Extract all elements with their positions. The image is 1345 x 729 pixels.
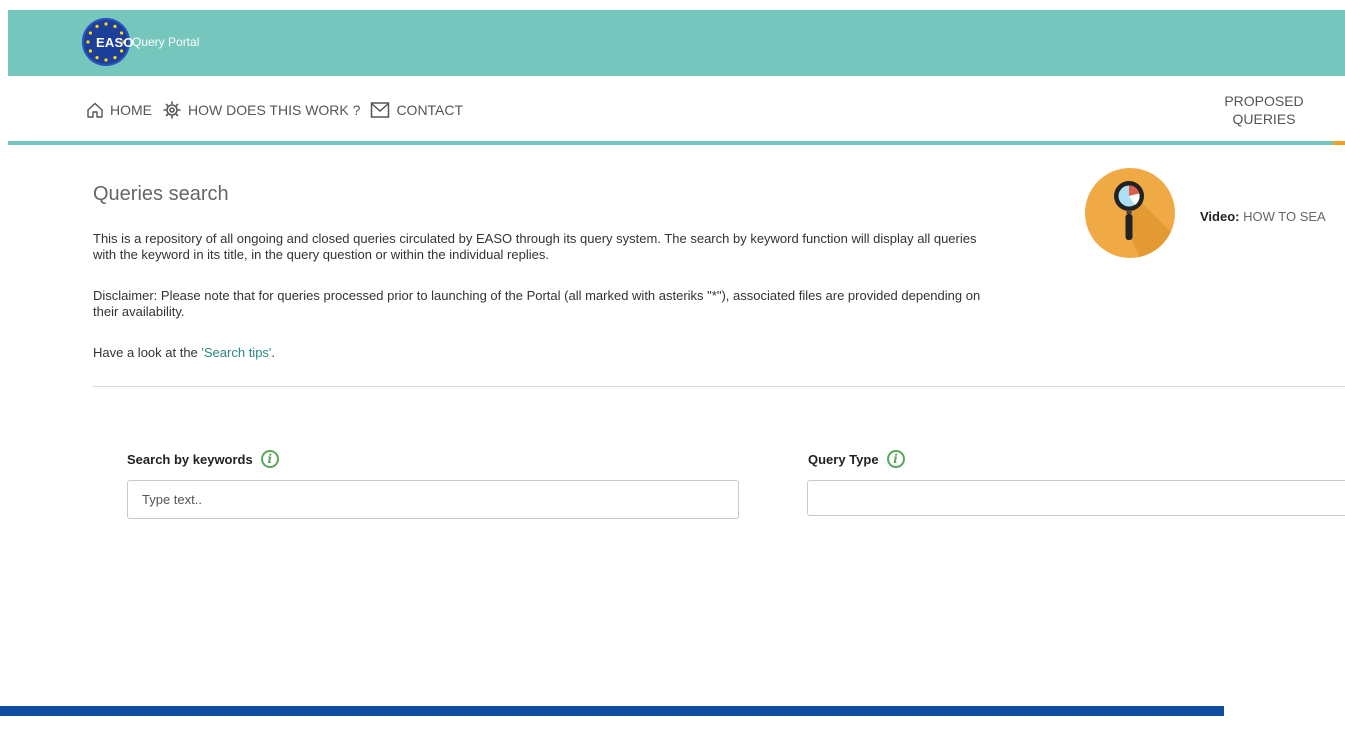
query-type-label-text: Query Type	[808, 451, 879, 467]
info-icon[interactable]: i	[886, 450, 905, 468]
tips-prefix: Have a look at the	[93, 345, 202, 360]
disclaimer-text: Disclaimer: Please note that for queries…	[93, 288, 981, 319]
proposed-line2: QUERIES	[1232, 111, 1296, 127]
proposed-queries-link[interactable]: PROPOSED QUERIES	[1204, 92, 1324, 128]
search-tips-line: Have a look at the 'Search tips'.	[93, 345, 983, 361]
info-icon[interactable]: i	[260, 450, 279, 468]
tips-suffix: .	[271, 345, 276, 360]
nav-how-label: HOW DOES THIS WORK ?	[188, 102, 361, 118]
footer-bar	[0, 706, 1224, 716]
nav-divider-accent	[1333, 141, 1345, 145]
video-title: HOW TO SEA	[1243, 209, 1326, 224]
home-icon	[87, 102, 103, 118]
intro-text: This is a repository of all ongoing and …	[93, 231, 977, 262]
mail-icon	[371, 102, 390, 118]
video-link[interactable]: Video: HOW TO SEA	[1200, 209, 1326, 224]
video-magnifier-icon[interactable]	[1085, 168, 1175, 258]
proposed-line1: PROPOSED	[1224, 93, 1304, 109]
magnifier-icon	[1114, 181, 1175, 258]
search-tips-link[interactable]: 'Search tips'	[201, 345, 271, 360]
query-type-select[interactable]	[807, 480, 1345, 516]
portal-name: Query Portal	[132, 35, 200, 49]
video-prefix: Video:	[1200, 209, 1240, 224]
nav-how-it-works[interactable]: HOW DOES THIS WORK ?	[162, 100, 360, 120]
keywords-label: Search by keywords i	[127, 450, 279, 468]
nav-divider	[8, 141, 1333, 145]
nav-home-label: HOME	[110, 102, 152, 118]
section-divider	[93, 386, 1345, 387]
nav-home[interactable]: HOME	[86, 101, 152, 119]
gear-icon	[163, 101, 181, 119]
keywords-label-text: Search by keywords	[127, 451, 253, 467]
nav-contact[interactable]: CONTACT	[370, 101, 463, 119]
logo-text: EASO	[96, 35, 134, 50]
keywords-search-input[interactable]	[127, 480, 739, 519]
top-banner	[8, 10, 1345, 76]
nav-contact-label: CONTACT	[396, 102, 464, 118]
page-title: Queries search	[93, 183, 229, 205]
query-type-label: Query Type i	[808, 450, 905, 468]
main-nav: HOME HOW DOES THIS WORK ? CONTACT	[86, 97, 467, 123]
